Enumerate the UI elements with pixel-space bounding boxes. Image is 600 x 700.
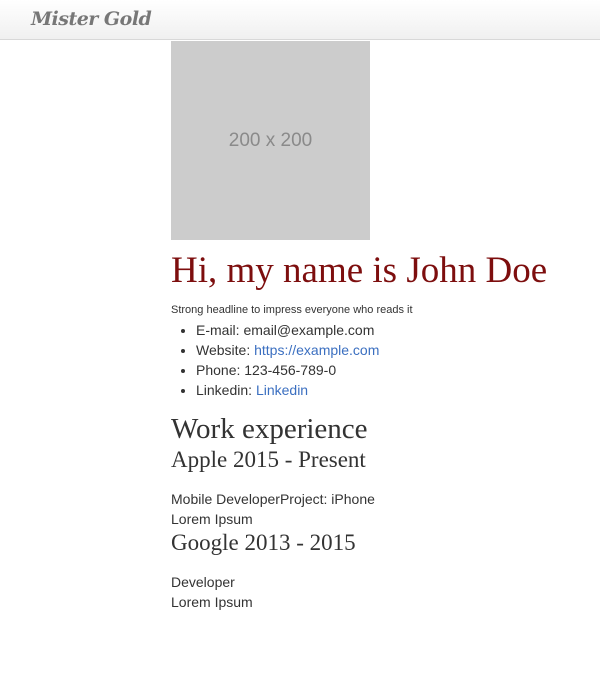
job-heading: Google 2013 - 2015 bbox=[171, 530, 356, 555]
profile-photo-placeholder: 200 x 200 bbox=[171, 41, 370, 240]
contact-label: Linkedin: bbox=[196, 382, 253, 398]
page-title: Hi, my name is John Doe bbox=[171, 250, 548, 291]
contact-label: Phone: bbox=[196, 362, 241, 378]
linkedin-link[interactable]: Linkedin bbox=[256, 382, 308, 398]
contact-phone: Phone: 123-456-789-0 bbox=[196, 360, 591, 380]
contact-list: E-mail: email@example.com Website: https… bbox=[171, 320, 591, 400]
contact-website: Website: https://example.com bbox=[196, 340, 591, 360]
contact-linkedin: Linkedin: Linkedin bbox=[196, 380, 591, 400]
profile-headline: Strong headline to impress everyone who … bbox=[171, 304, 413, 316]
brand-logo-link[interactable]: Mister Gold bbox=[31, 8, 152, 30]
resume-content: 200 x 200 Hi, my name is John Doe Strong… bbox=[171, 41, 591, 612]
placeholder-size-label: 200 x 200 bbox=[228, 129, 313, 151]
job-description: Developer Lorem Ipsum bbox=[171, 572, 591, 612]
contact-value: email@example.com bbox=[243, 322, 375, 338]
contact-value: 123-456-789-0 bbox=[244, 362, 337, 378]
navbar: Mister Gold bbox=[0, 0, 600, 40]
job-details: Lorem Ipsum bbox=[171, 511, 253, 527]
website-link[interactable]: https://example.com bbox=[254, 342, 379, 358]
job-description: Mobile DeveloperProject: iPhone Lorem Ip… bbox=[171, 489, 591, 529]
contact-email: E-mail: email@example.com bbox=[196, 320, 591, 340]
job-entry-apple: Apple 2015 - Present Mobile DeveloperPro… bbox=[171, 446, 591, 529]
job-role: Developer bbox=[171, 574, 235, 590]
job-role: Mobile DeveloperProject: iPhone bbox=[171, 491, 375, 507]
job-details: Lorem Ipsum bbox=[171, 594, 253, 610]
contact-label: E-mail: bbox=[196, 322, 240, 338]
contact-label: Website: bbox=[196, 342, 251, 358]
job-entry-google: Google 2013 - 2015 Developer Lorem Ipsum bbox=[171, 529, 591, 612]
work-experience-heading: Work experience bbox=[171, 413, 368, 445]
job-heading: Apple 2015 - Present bbox=[171, 447, 366, 472]
